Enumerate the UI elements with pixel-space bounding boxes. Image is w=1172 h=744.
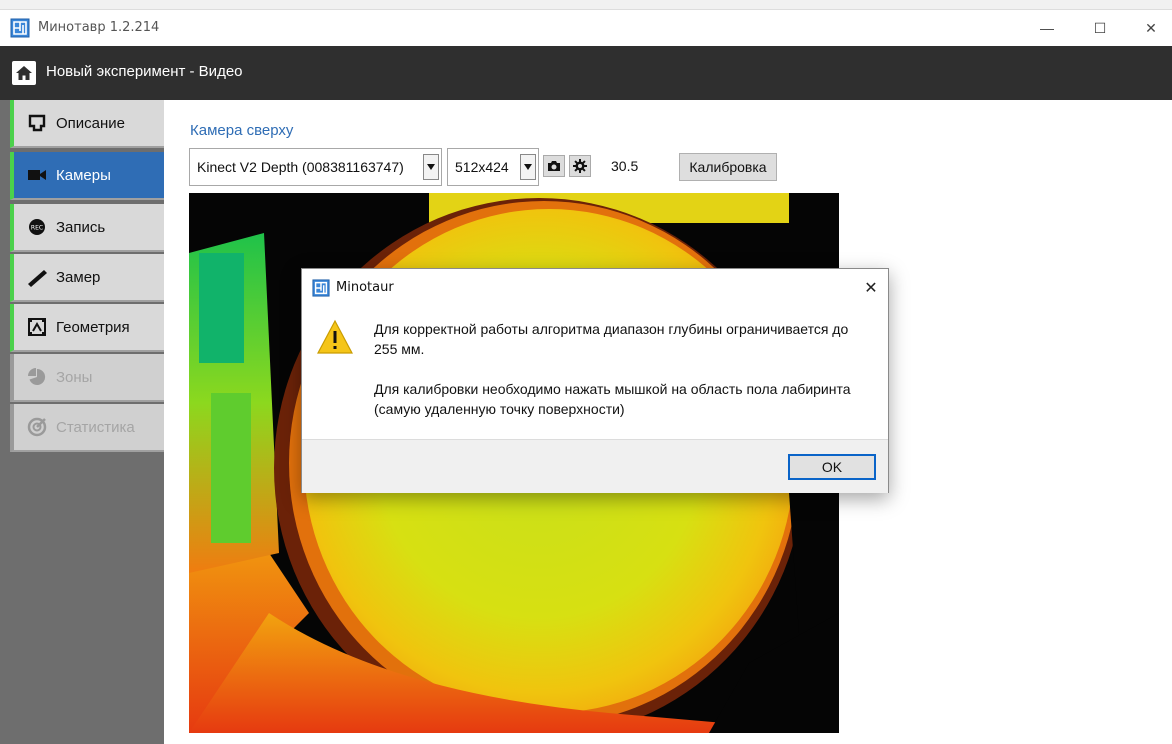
sidebar-item-record[interactable]: REC Запись — [10, 204, 164, 252]
svg-text:REC: REC — [31, 225, 43, 232]
dialog-message-line: Для корректной работы алгоритма диапазон… — [374, 321, 849, 357]
warning-icon — [317, 319, 353, 354]
sidebar-item-label: Замер — [56, 268, 101, 286]
camera-toolbar: Kinect V2 Depth (008381163747) 512x424 3… — [189, 148, 789, 186]
sidebar-item-label: Камеры — [56, 166, 111, 184]
sidebar-item-geometry[interactable]: Геометрия — [10, 304, 164, 352]
fps-readout: 30.5 — [611, 158, 639, 174]
gear-icon — [573, 159, 587, 173]
camera-icon — [548, 161, 560, 171]
dialog-title-bar: Minotaur ✕ — [302, 269, 888, 305]
close-window-button[interactable]: ✕ — [1128, 14, 1172, 42]
stats-icon — [26, 416, 48, 438]
resolution-select-value: 512x424 — [455, 159, 509, 175]
app-logo-icon — [10, 18, 30, 38]
ruler-icon — [26, 266, 48, 288]
sidebar-item-label: Зоны — [56, 368, 93, 386]
dialog-close-button[interactable]: ✕ — [858, 275, 884, 301]
title-bar: Минотавр 1.2.214 — ☐ ✕ — [0, 10, 1172, 46]
ok-button[interactable]: OK — [788, 454, 876, 480]
record-icon: REC — [26, 216, 48, 238]
sidebar-item-zones[interactable]: Зоны — [10, 354, 164, 402]
sidebar-item-measure[interactable]: Замер — [10, 254, 164, 302]
video-camera-icon — [26, 164, 48, 186]
camera-select-value: Kinect V2 Depth (008381163747) — [197, 159, 404, 175]
dialog-message-line: Для калибровки необходимо нажать мышкой … — [374, 381, 851, 417]
window-title: Минотавр 1.2.214 — [38, 20, 160, 35]
sidebar-item-label: Статистика — [56, 418, 135, 436]
pie-chart-icon — [26, 366, 48, 388]
sidebar-item-description[interactable]: Описание — [10, 100, 164, 148]
calibrate-button[interactable]: Калибровка — [679, 153, 777, 181]
home-icon — [16, 66, 32, 80]
dialog-footer: OK — [302, 439, 888, 493]
resolution-select[interactable]: 512x424 — [447, 148, 539, 186]
sidebar-item-cameras[interactable]: Камеры — [10, 152, 164, 200]
chevron-down-icon — [423, 154, 439, 180]
sidebar-item-label: Описание — [56, 114, 126, 132]
app-window: Минотавр 1.2.214 — ☐ ✕ Новый эксперимент… — [0, 0, 1172, 744]
tablet-icon — [26, 112, 48, 134]
home-button[interactable] — [12, 61, 36, 85]
app-header: Новый эксперимент - Видео — [0, 46, 1172, 100]
geometry-icon — [26, 316, 48, 338]
dialog-message: Для корректной работы алгоритма диапазон… — [374, 319, 864, 439]
app-logo-icon — [312, 279, 330, 297]
sidebar-item-label: Запись — [56, 218, 106, 236]
dialog-title: Minotaur — [336, 280, 394, 295]
minimize-button[interactable]: — — [1024, 14, 1070, 42]
taskbar-strip — [0, 0, 1172, 10]
snapshot-button[interactable] — [543, 155, 565, 177]
maximize-button[interactable]: ☐ — [1077, 14, 1123, 42]
camera-select[interactable]: Kinect V2 Depth (008381163747) — [189, 148, 442, 186]
chevron-down-icon — [520, 154, 536, 180]
camera-section-title: Камера сверху — [190, 122, 294, 139]
sidebar: Описание Камеры REC Запись Замер Геометр… — [0, 100, 164, 744]
message-dialog: Minotaur ✕ Для корректной работы алгорит… — [301, 268, 889, 493]
sidebar-item-statistics[interactable]: Статистика — [10, 404, 164, 452]
camera-settings-button[interactable] — [569, 155, 591, 177]
sidebar-item-label: Геометрия — [56, 318, 130, 336]
experiment-title: Новый эксперимент - Видео — [46, 63, 243, 80]
